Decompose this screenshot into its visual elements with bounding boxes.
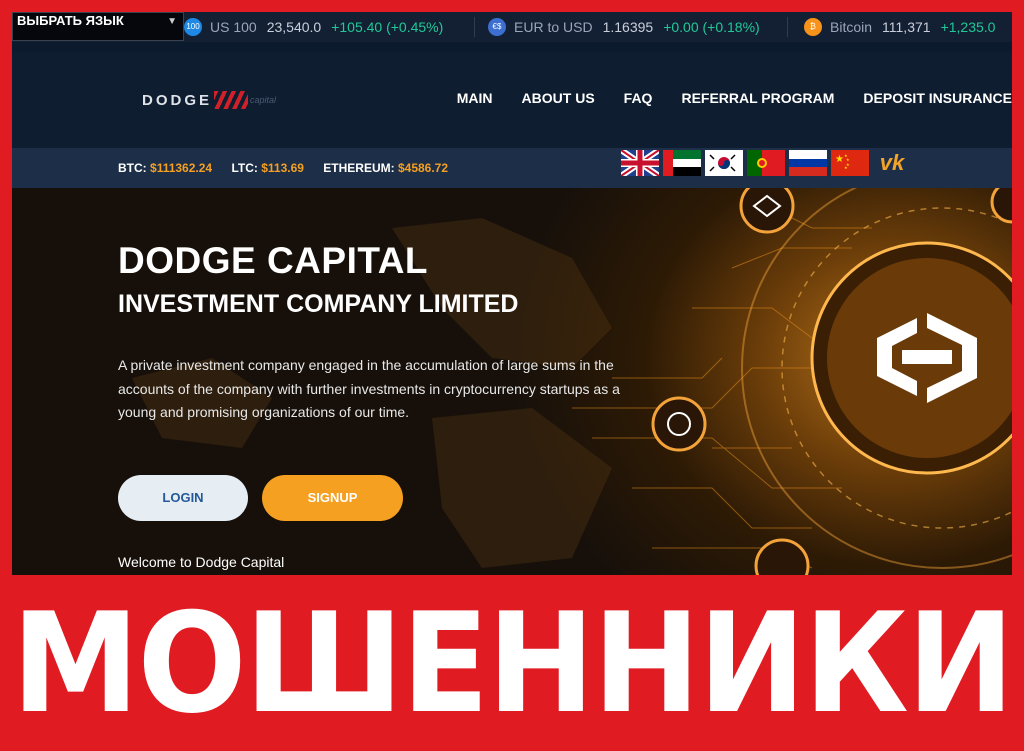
ticker-change: +1,235.0 xyxy=(940,19,996,35)
ticker-name: Bitcoin xyxy=(830,19,873,35)
uae-flag-icon[interactable] xyxy=(663,150,701,176)
vk-icon[interactable]: vk xyxy=(873,150,911,176)
nav-faq[interactable]: FAQ xyxy=(624,90,653,106)
language-select-label: ВЫБРАТЬ ЯЗЫК xyxy=(17,13,124,28)
ticker-item-eurusd[interactable]: €$ EUR to USD 1.16395 +0.00 (+0.18%) xyxy=(488,12,760,42)
ticker-change: +105.40 (+0.45%) xyxy=(331,19,444,35)
site-header: DODGE capital MAIN ABOUT US FAQ REFERRAL… xyxy=(12,52,1012,148)
hero-section: DODGE CAPITAL INVESTMENT COMPANY LIMITED… xyxy=(12,188,1012,575)
welcome-text: Welcome to Dodge Capital xyxy=(118,554,285,570)
china-flag-icon[interactable]: ★ ★ ★ ★ ★ xyxy=(831,150,869,176)
ticker-price: 111,371 xyxy=(882,19,931,35)
scam-warning-banner: МОШЕННИКИ xyxy=(0,577,1024,751)
portugal-flag-icon[interactable] xyxy=(747,150,785,176)
nav-main[interactable]: MAIN xyxy=(457,90,493,106)
ticker-item-us100[interactable]: 100 US 100 23,540.0 +105.40 (+0.45%) xyxy=(184,12,443,42)
ticker-bar: 100 US 100 23,540.0 +105.40 (+0.45%) €$ … xyxy=(12,12,1012,42)
ticker-name: EUR to USD xyxy=(514,19,593,35)
hero-title: DODGE CAPITAL xyxy=(118,240,429,281)
korea-flag-icon[interactable] xyxy=(705,150,743,176)
scam-warning-text: МОШЕННИКИ xyxy=(11,583,1015,744)
hero-description: A private investment company engaged in … xyxy=(118,357,620,420)
nav-referral-program[interactable]: REFERRAL PROGRAM xyxy=(681,90,834,106)
uk-flag-icon[interactable] xyxy=(621,150,659,176)
svg-text:★: ★ xyxy=(835,154,844,165)
logo-subtext: capital xyxy=(250,95,277,105)
nav-deposit-insurance[interactable]: DEPOSIT INSURANCE xyxy=(863,90,1012,106)
ticker-divider xyxy=(787,17,788,37)
ticker-price: 23,540.0 xyxy=(266,19,322,35)
main-nav: MAIN ABOUT US FAQ REFERRAL PROGRAM DEPOS… xyxy=(428,90,1012,106)
price-strip: BTC: $111362.24 LTC: $113.69 ETHEREUM: $… xyxy=(12,148,1012,188)
chevron-down-icon: ▼ xyxy=(167,16,177,27)
signup-button[interactable]: SIGNUP xyxy=(262,475,403,521)
ltc-price: $113.69 xyxy=(261,161,304,175)
us100-icon: 100 xyxy=(184,18,202,36)
ticker-name: US 100 xyxy=(210,19,257,35)
language-flags: ★ ★ ★ ★ ★ vk xyxy=(621,150,911,176)
btc-label: BTC: xyxy=(118,161,147,175)
website-screenshot: 100 US 100 23,540.0 +105.40 (+0.45%) €$ … xyxy=(12,12,1012,575)
ltc-label: LTC: xyxy=(231,161,258,175)
crypto-prices: BTC: $111362.24 LTC: $113.69 ETHEREUM: $… xyxy=(118,161,464,175)
svg-text:★: ★ xyxy=(844,165,848,170)
login-button[interactable]: LOGIN xyxy=(118,475,248,521)
logo-stripes-icon xyxy=(214,91,249,109)
eth-label: ETHEREUM: xyxy=(323,161,395,175)
bitcoin-icon: ₿ xyxy=(804,18,822,36)
russia-flag-icon[interactable] xyxy=(789,150,827,176)
ticker-divider xyxy=(474,17,475,37)
eur-usd-icon: €$ xyxy=(488,18,506,36)
ticker-change: +0.00 (+0.18%) xyxy=(663,19,760,35)
eth-price: $4586.72 xyxy=(397,161,449,175)
nav-about-us[interactable]: ABOUT US xyxy=(522,90,595,106)
language-select[interactable]: ВЫБРАТЬ ЯЗЫК ▼ xyxy=(12,12,184,41)
ticker-item-bitcoin[interactable]: ₿ Bitcoin 111,371 +1,235.0 xyxy=(804,12,995,42)
btc-price: $111362.24 xyxy=(150,161,213,175)
ticker-price: 1.16395 xyxy=(602,19,654,35)
logo[interactable]: DODGE capital xyxy=(142,90,276,110)
logo-text: DODGE xyxy=(142,91,213,109)
hero-subtitle: INVESTMENT COMPANY LIMITED xyxy=(118,290,519,318)
